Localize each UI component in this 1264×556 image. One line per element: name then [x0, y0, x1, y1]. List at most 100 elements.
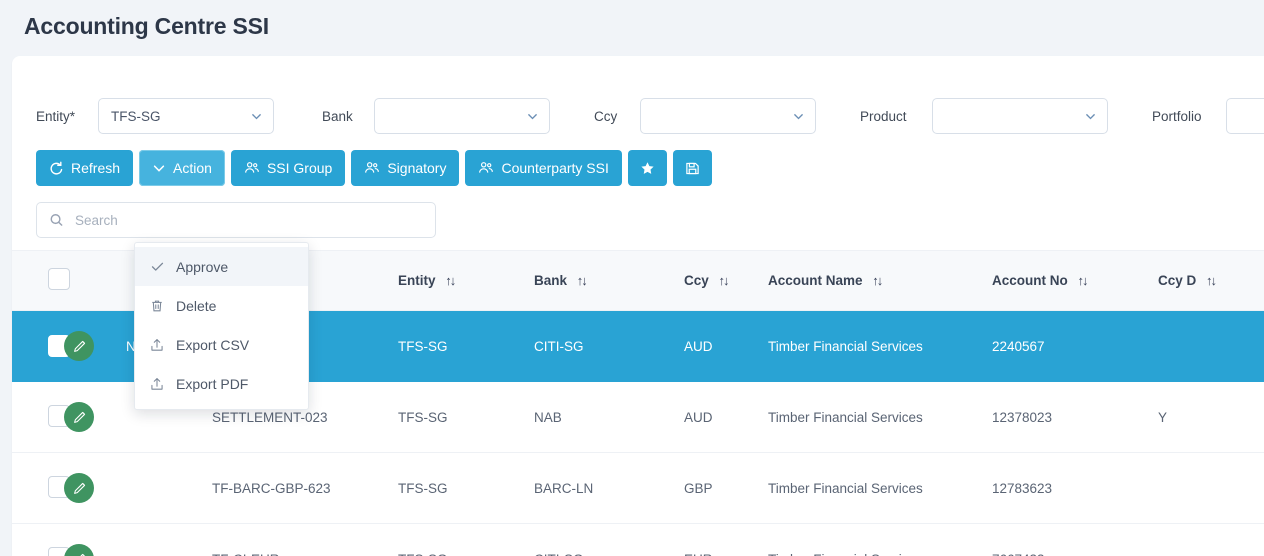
upload-icon: [149, 376, 165, 392]
sort-icon[interactable]: ↑↓: [445, 273, 454, 288]
header-account-name[interactable]: Account Name ↑↓: [768, 251, 992, 311]
sort-icon[interactable]: ↑↓: [872, 273, 881, 288]
filter-ccy: Ccy: [594, 98, 816, 134]
portfolio-select[interactable]: [1226, 98, 1264, 134]
ssi-group-button[interactable]: SSI Group: [231, 150, 345, 186]
row-n-value: [126, 453, 212, 524]
users-icon: [364, 160, 380, 176]
row-ccy-value: AUD: [684, 382, 768, 453]
row-entity-value: TFS-SG: [398, 382, 534, 453]
row-bank-value: BARC-LN: [534, 453, 684, 524]
menu-item-approve[interactable]: Approve: [135, 247, 308, 286]
chevron-down-icon: [1084, 110, 1097, 123]
edit-row-button[interactable]: [64, 331, 94, 361]
filter-bar: Entity* TFS-SG Bank Ccy: [12, 86, 1264, 146]
row-ccy-value: AUD: [684, 311, 768, 382]
filter-entity-label: Entity*: [36, 109, 98, 124]
product-select[interactable]: [932, 98, 1108, 134]
row-account-no-value: 7667433: [992, 524, 1158, 556]
sort-icon[interactable]: ↑↓: [577, 273, 586, 288]
filter-portfolio-label: Portfolio: [1152, 109, 1226, 124]
chevron-down-icon: [526, 110, 539, 123]
row-edit-cell: [64, 311, 126, 382]
upload-icon: [149, 337, 165, 353]
entity-select-value: TFS-SG: [111, 109, 161, 124]
counterparty-ssi-button[interactable]: Counterparty SSI: [465, 150, 621, 186]
row-code-value: TF-CI-EUR: [212, 524, 398, 556]
refresh-button[interactable]: Refresh: [36, 150, 133, 186]
menu-item-export-pdf-label: Export PDF: [176, 376, 248, 392]
favourite-button[interactable]: [628, 150, 667, 186]
row-account-no-value: 2240567: [992, 311, 1158, 382]
bank-select[interactable]: [374, 98, 550, 134]
content-panel: Entity* TFS-SG Bank Ccy: [12, 56, 1264, 556]
row-edit-cell: [64, 453, 126, 524]
row-ccy-d-value: Y: [1158, 382, 1264, 453]
row-n-value: [126, 524, 212, 556]
row-select-cell: [12, 453, 64, 524]
row-ccy-d-value: [1158, 524, 1264, 556]
edit-row-button[interactable]: [64, 402, 94, 432]
row-select-cell: [12, 311, 64, 382]
action-button[interactable]: Action: [139, 150, 225, 186]
edit-row-button[interactable]: [64, 473, 94, 503]
header-select-all: [12, 251, 64, 311]
header-bank[interactable]: Bank ↑↓: [534, 251, 684, 311]
page-header: Accounting Centre SSI: [0, 0, 1264, 52]
menu-item-export-pdf[interactable]: Export PDF: [135, 364, 308, 403]
menu-item-export-csv-label: Export CSV: [176, 337, 249, 353]
action-dropdown-menu: Approve Delete Export CSV: [134, 242, 309, 410]
refresh-label: Refresh: [71, 160, 120, 176]
action-toolbar: Refresh Action SSI Group: [12, 150, 1264, 186]
row-entity-value: TFS-SG: [398, 311, 534, 382]
header-ccy-d-label: Ccy D: [1158, 273, 1196, 288]
save-button[interactable]: [673, 150, 712, 186]
filter-product: Product: [860, 98, 1108, 134]
menu-item-delete[interactable]: Delete: [135, 286, 308, 325]
sort-icon[interactable]: ↑↓: [719, 273, 728, 288]
header-ccy[interactable]: Ccy ↑↓: [684, 251, 768, 311]
row-account-name-value: Timber Financial Services: [768, 524, 992, 556]
filter-bank-label: Bank: [322, 109, 374, 124]
header-entity[interactable]: Entity ↑↓: [398, 251, 534, 311]
ssi-group-label: SSI Group: [267, 160, 332, 176]
users-icon: [244, 160, 260, 176]
header-account-name-label: Account Name: [768, 273, 863, 288]
chevron-down-icon: [250, 110, 263, 123]
header-ccy-d[interactable]: Ccy D ↑↓: [1158, 251, 1264, 311]
menu-item-export-csv[interactable]: Export CSV: [135, 325, 308, 364]
filter-portfolio: Portfolio: [1152, 98, 1264, 134]
row-account-name-value: Timber Financial Services: [768, 453, 992, 524]
row-entity-value: TFS-SG: [398, 453, 534, 524]
ccy-select[interactable]: [640, 98, 816, 134]
floppy-save-icon: [685, 161, 700, 176]
search-input[interactable]: [73, 203, 435, 237]
header-account-no[interactable]: Account No ↑↓: [992, 251, 1158, 311]
filter-product-label: Product: [860, 109, 932, 124]
select-all-checkbox[interactable]: [48, 268, 70, 290]
row-select-cell: [12, 524, 64, 556]
table-row[interactable]: TF-BARC-GBP-623TFS-SGBARC-LNGBPTimber Fi…: [12, 453, 1264, 524]
sort-icon[interactable]: ↑↓: [1206, 273, 1215, 288]
row-ccy-d-value: [1158, 311, 1264, 382]
entity-select[interactable]: TFS-SG: [98, 98, 274, 134]
counterparty-ssi-label: Counterparty SSI: [501, 160, 608, 176]
row-account-name-value: Timber Financial Services: [768, 311, 992, 382]
sort-icon[interactable]: ↑↓: [1078, 273, 1087, 288]
edit-row-button[interactable]: [64, 544, 94, 556]
row-bank-value: NAB: [534, 382, 684, 453]
chevron-down-icon: [152, 161, 166, 175]
search-box[interactable]: [36, 202, 436, 238]
menu-item-approve-label: Approve: [176, 259, 228, 275]
signatory-button[interactable]: Signatory: [351, 150, 459, 186]
page-title: Accounting Centre SSI: [24, 13, 269, 40]
header-account-no-label: Account No: [992, 273, 1068, 288]
check-icon: [149, 259, 165, 275]
star-icon: [640, 161, 655, 176]
header-edit: [64, 251, 126, 311]
filter-ccy-label: Ccy: [594, 109, 640, 124]
row-bank-value: CITI-SG: [534, 311, 684, 382]
row-code-value: TF-BARC-GBP-623: [212, 453, 398, 524]
row-edit-cell: [64, 524, 126, 556]
table-row[interactable]: TF-CI-EURTFS-SGCITI-SGEURTimber Financia…: [12, 524, 1264, 556]
